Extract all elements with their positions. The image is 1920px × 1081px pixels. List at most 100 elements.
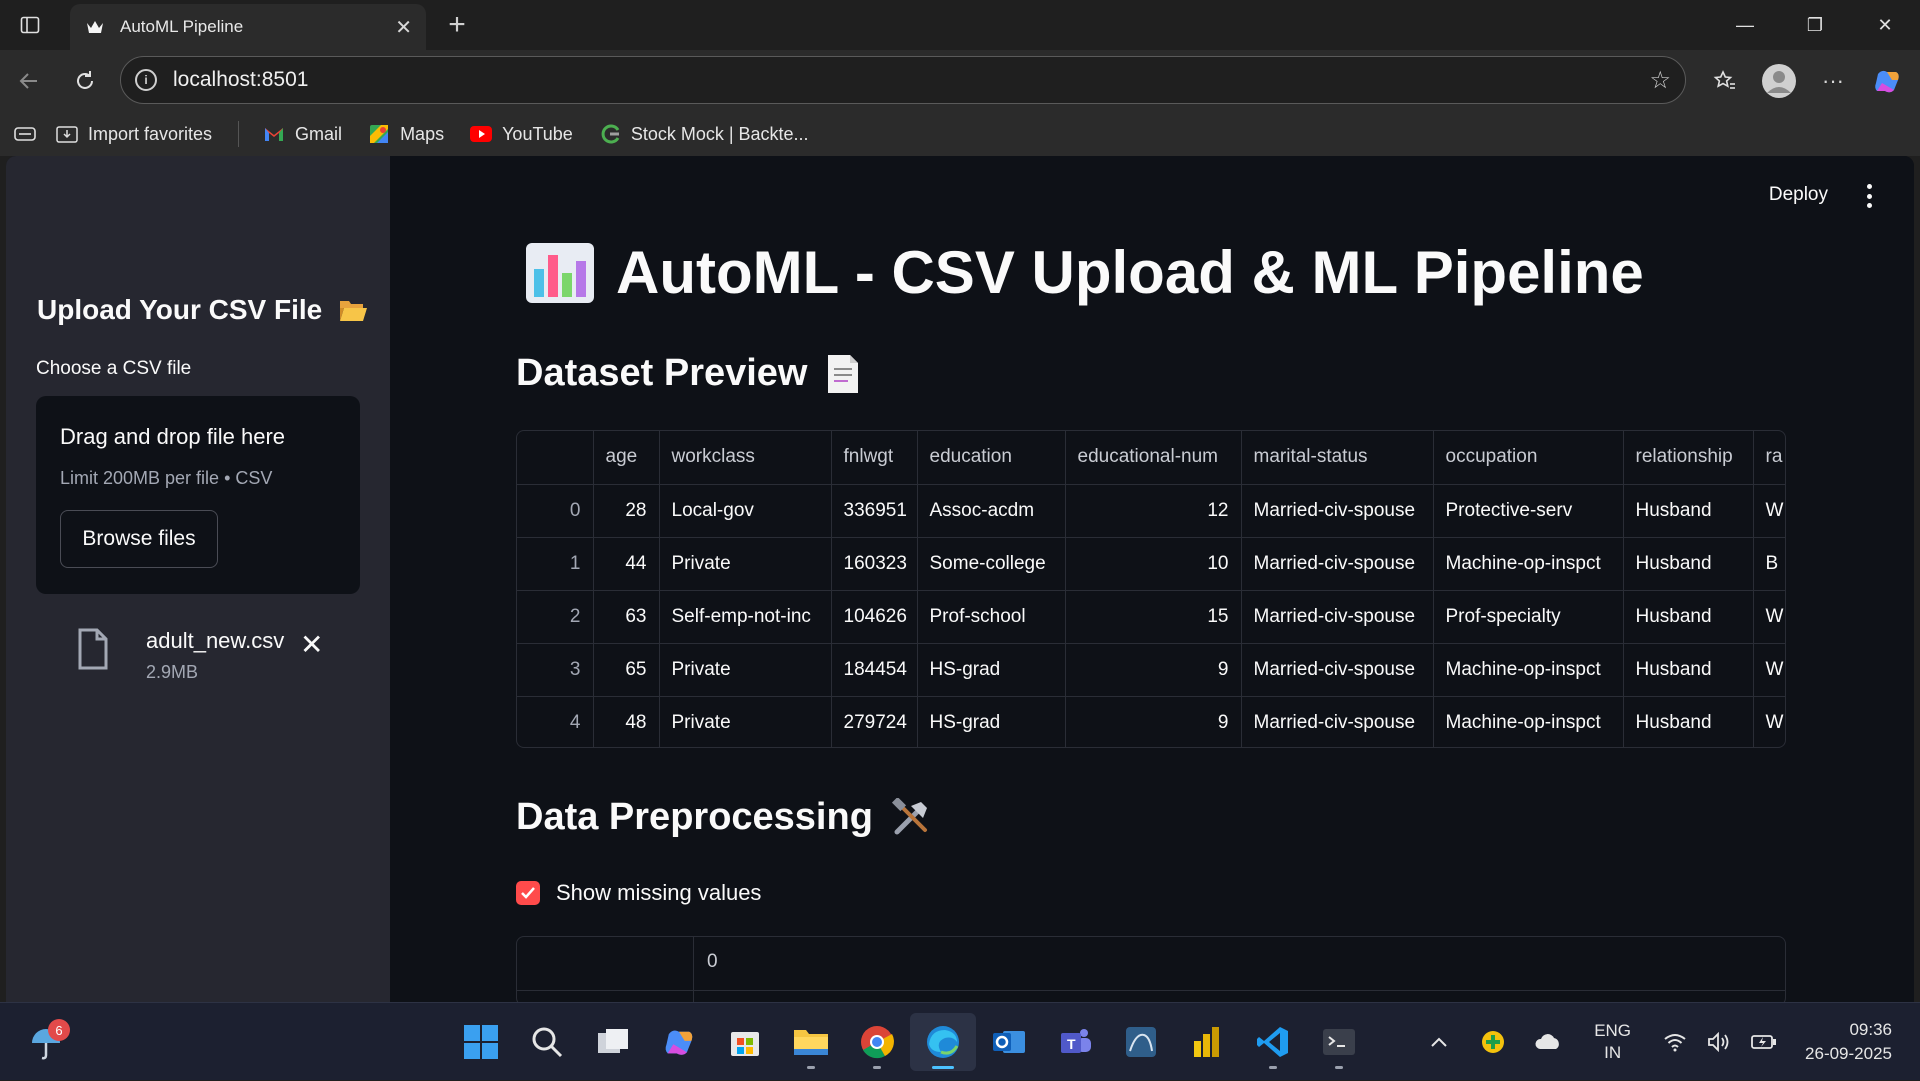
- table-cell[interactable]: 10: [1065, 537, 1242, 591]
- table-cell[interactable]: Husband: [1623, 643, 1754, 697]
- favorites-icon[interactable]: [1698, 54, 1752, 108]
- table-cell[interactable]: 184454: [831, 643, 918, 697]
- wifi-icon[interactable]: [1663, 1032, 1687, 1052]
- table-cell[interactable]: 15: [1065, 590, 1242, 644]
- table-cell[interactable]: Local-gov: [659, 484, 832, 538]
- table-cell[interactable]: 104626: [831, 590, 918, 644]
- column-header[interactable]: age: [593, 431, 660, 485]
- favorite-star-icon[interactable]: ☆: [1649, 66, 1671, 95]
- table-cell[interactable]: 28: [593, 484, 660, 538]
- bookmark-gmail[interactable]: Gmail: [263, 123, 342, 145]
- table-cell[interactable]: W: [1753, 696, 1785, 747]
- reading-view-icon[interactable]: [14, 126, 36, 142]
- table-cell[interactable]: Machine-op-inspct: [1433, 537, 1624, 591]
- table-cell[interactable]: 9: [1065, 696, 1242, 747]
- column-header[interactable]: education: [917, 431, 1066, 485]
- file-explorer-icon[interactable]: [778, 1013, 844, 1071]
- table-cell[interactable]: Protective-serv: [1433, 484, 1624, 538]
- table-cell[interactable]: Husband: [1623, 484, 1754, 538]
- chrome-icon[interactable]: [844, 1013, 910, 1071]
- row-index[interactable]: 0: [517, 484, 594, 538]
- table-cell[interactable]: 336951: [831, 484, 918, 538]
- column-header[interactable]: marital-status: [1241, 431, 1434, 485]
- sidebar-toggle-icon[interactable]: [0, 0, 60, 50]
- chevron-up-icon[interactable]: [1430, 1036, 1448, 1048]
- table-cell[interactable]: Prof-school: [917, 590, 1066, 644]
- edge-icon[interactable]: [910, 1013, 976, 1071]
- microsoft-store-icon[interactable]: [712, 1013, 778, 1071]
- profile-avatar-icon[interactable]: [1752, 54, 1806, 108]
- missing-values-table[interactable]: 0: [516, 936, 1786, 1002]
- battery-icon[interactable]: [1751, 1033, 1777, 1051]
- table-cell[interactable]: W: [1753, 643, 1785, 697]
- table-cell[interactable]: 12: [1065, 484, 1242, 538]
- copilot-app-icon[interactable]: [646, 1013, 712, 1071]
- table-cell[interactable]: 160323: [831, 537, 918, 591]
- file-dropzone[interactable]: Drag and drop file here Limit 200MB per …: [36, 396, 360, 594]
- more-options-icon[interactable]: ···: [1806, 54, 1860, 108]
- back-arrow-icon[interactable]: [2, 54, 56, 108]
- address-bar[interactable]: i localhost:8501 ☆: [120, 56, 1686, 104]
- new-tab-button[interactable]: +: [440, 8, 474, 42]
- close-window-button[interactable]: ✕: [1850, 0, 1920, 50]
- browser-tab-active[interactable]: AutoML Pipeline ✕: [70, 4, 426, 50]
- reload-icon[interactable]: [58, 54, 112, 108]
- table-cell[interactable]: W: [1753, 590, 1785, 644]
- tab-close-icon[interactable]: ✕: [395, 15, 412, 40]
- row-index[interactable]: 3: [517, 643, 594, 697]
- table-cell[interactable]: Machine-op-inspct: [1433, 643, 1624, 697]
- table-cell[interactable]: Married-civ-spouse: [1241, 696, 1434, 747]
- task-view-icon[interactable]: [580, 1013, 646, 1071]
- column-header[interactable]: relationship: [1623, 431, 1754, 485]
- table-cell[interactable]: Self-emp-not-inc: [659, 590, 832, 644]
- table-cell[interactable]: Married-civ-spouse: [1241, 537, 1434, 591]
- copilot-icon[interactable]: [1860, 54, 1914, 108]
- language-indicator[interactable]: ENG IN: [1594, 1020, 1631, 1064]
- bookmark-import-favorites[interactable]: Import favorites: [56, 123, 212, 145]
- table-cell[interactable]: Private: [659, 537, 832, 591]
- table-cell[interactable]: 65: [593, 643, 660, 697]
- table-cell[interactable]: Husband: [1623, 537, 1754, 591]
- row-index[interactable]: 1: [517, 537, 594, 591]
- column-header[interactable]: occupation: [1433, 431, 1624, 485]
- column-header[interactable]: ra: [1753, 431, 1785, 485]
- index-header[interactable]: [517, 431, 594, 485]
- column-header[interactable]: educational-num: [1065, 431, 1242, 485]
- dataset-preview-table[interactable]: age workclass fnlwgt education educational-n…: [516, 430, 1786, 748]
- table-cell[interactable]: Married-civ-spouse: [1241, 590, 1434, 644]
- table-cell[interactable]: Husband: [1623, 590, 1754, 644]
- checkbox-checked-icon[interactable]: [516, 881, 540, 905]
- table-cell[interactable]: Prof-specialty: [1433, 590, 1624, 644]
- table-cell[interactable]: 63: [593, 590, 660, 644]
- table-cell[interactable]: HS-grad: [917, 696, 1066, 747]
- table-cell[interactable]: 44: [593, 537, 660, 591]
- table-cell[interactable]: Married-civ-spouse: [1241, 643, 1434, 697]
- table-cell[interactable]: Married-civ-spouse: [1241, 484, 1434, 538]
- volume-icon[interactable]: [1707, 1032, 1731, 1052]
- terminal-icon[interactable]: [1306, 1013, 1372, 1071]
- browse-files-button[interactable]: Browse files: [60, 510, 218, 568]
- power-bi-icon[interactable]: [1174, 1013, 1240, 1071]
- show-missing-values-checkbox[interactable]: Show missing values: [516, 880, 761, 906]
- onedrive-cloud-icon[interactable]: [1534, 1033, 1562, 1051]
- start-button[interactable]: [448, 1013, 514, 1071]
- teams-icon[interactable]: T: [1042, 1013, 1108, 1071]
- bookmark-youtube[interactable]: YouTube: [470, 123, 573, 145]
- table-cell[interactable]: 48: [593, 696, 660, 747]
- restore-button[interactable]: ❐: [1780, 0, 1850, 50]
- site-info-icon[interactable]: i: [135, 69, 157, 91]
- table-cell[interactable]: Assoc-acdm: [917, 484, 1066, 538]
- table-cell[interactable]: Husband: [1623, 696, 1754, 747]
- bookmark-stock-mock[interactable]: Stock Mock | Backte...: [599, 123, 809, 145]
- column-header[interactable]: fnlwgt: [831, 431, 918, 485]
- clock[interactable]: 09:36 26-09-2025: [1805, 1018, 1892, 1066]
- table-cell[interactable]: Private: [659, 696, 832, 747]
- table-cell[interactable]: Private: [659, 643, 832, 697]
- remove-file-icon[interactable]: ✕: [300, 628, 323, 661]
- column-header[interactable]: workclass: [659, 431, 832, 485]
- row-index[interactable]: 2: [517, 590, 594, 644]
- table-cell[interactable]: W: [1753, 484, 1785, 538]
- mysql-workbench-icon[interactable]: [1108, 1013, 1174, 1071]
- url-text[interactable]: localhost:8501: [173, 68, 1649, 92]
- main-menu-icon[interactable]: [1864, 184, 1874, 208]
